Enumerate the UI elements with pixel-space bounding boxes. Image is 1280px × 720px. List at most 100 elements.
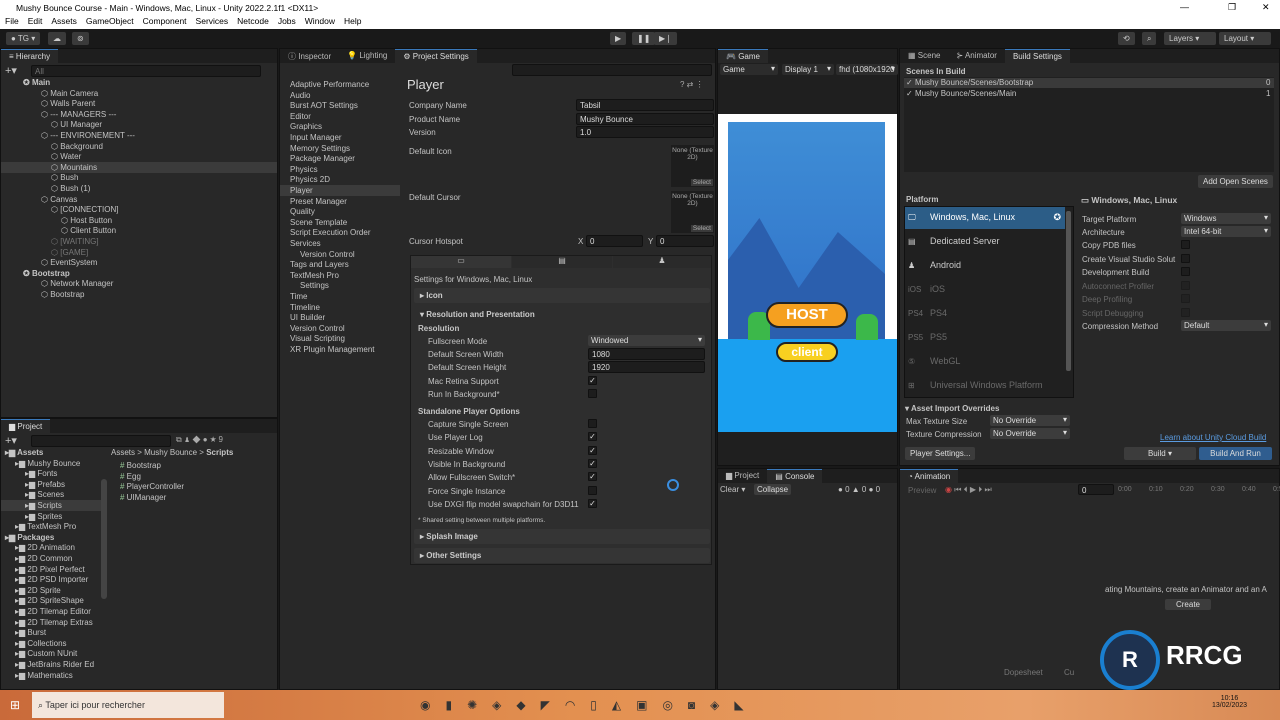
option-checkbox[interactable]: ✓ <box>588 445 597 455</box>
settings-category[interactable]: Visual Scripting <box>290 334 345 343</box>
minimize-button[interactable]: — <box>1180 2 1189 12</box>
build-option-checkbox[interactable] <box>1181 253 1190 263</box>
select-button[interactable]: Select <box>690 225 713 232</box>
tab-standalone[interactable]: ▭ <box>411 256 511 268</box>
scene-entry[interactable]: ✓ Mushy Bounce/Scenes/Main <box>906 89 1016 98</box>
settings-category[interactable]: XR Plugin Management <box>290 345 375 354</box>
script-file[interactable]: # UIManager <box>120 493 166 502</box>
game-mode-dropdown[interactable]: Game <box>720 64 778 75</box>
checkbox[interactable]: ✓ <box>906 89 915 98</box>
folder-item[interactable]: ▸▆ 2D Tilemap Extras <box>15 618 93 627</box>
history-icon[interactable]: ⟲ <box>1118 32 1135 45</box>
target-platform-dropdown[interactable]: Windows <box>1181 213 1271 224</box>
folder-item[interactable]: ▸▆ Custom NUnit <box>15 649 77 658</box>
product-name-input[interactable]: Mushy Bounce <box>576 113 714 125</box>
hierarchy-item[interactable]: ⬡ --- ENVIRONEMENT --- <box>41 131 135 140</box>
option-checkbox[interactable] <box>588 485 597 495</box>
layout-dropdown[interactable]: Layout ▾ <box>1219 32 1271 45</box>
default-icon-slot[interactable]: None (Texture 2D) Select <box>671 145 714 187</box>
collab-icon[interactable]: ⊚ <box>72 32 89 45</box>
tab-build-settings[interactable]: Build Settings <box>1004 49 1070 63</box>
retina-checkbox[interactable]: ✓ <box>588 376 597 385</box>
tab-animation[interactable]: ◔ Animation <box>900 469 959 483</box>
add-button[interactable]: +▾ <box>5 64 17 77</box>
folder-item[interactable]: ▸▆ 2D Sprite <box>15 586 61 595</box>
display-dropdown[interactable]: Display 1 <box>782 64 834 75</box>
dopesheet-tab[interactable]: Dopesheet <box>1004 668 1043 677</box>
folder-item[interactable]: ▸▆ Packages <box>5 533 54 542</box>
settings-category[interactable]: Input Manager <box>290 133 342 142</box>
folder-item[interactable]: ▸▆ Mushy Bounce <box>15 459 80 468</box>
settings-category[interactable]: Editor <box>290 112 311 121</box>
resolution-dropdown[interactable]: fhd (1080x1920 <box>836 64 898 75</box>
checkbox[interactable]: ✓ <box>906 78 915 87</box>
breadcrumb-item[interactable]: Scripts <box>206 448 233 457</box>
tab-scene[interactable]: ▦ Scene <box>900 49 948 63</box>
script-file[interactable]: # Bootstrap <box>120 461 161 470</box>
menu-assets[interactable]: Assets <box>51 16 77 28</box>
breadcrumb-item[interactable]: Assets <box>111 448 135 457</box>
tab-console[interactable]: ▤ Console <box>767 469 823 483</box>
build-option-checkbox[interactable] <box>1181 294 1190 303</box>
add-open-scenes-button[interactable]: Add Open Scenes <box>1198 175 1273 188</box>
folder-item[interactable]: ▸▆ Prefabs <box>25 480 65 489</box>
menu-edit[interactable]: Edit <box>28 16 43 28</box>
settings-category[interactable]: Timeline <box>290 303 320 312</box>
company-name-input[interactable]: Tabsil <box>576 99 714 111</box>
collapse-button[interactable]: Collapse <box>754 484 792 495</box>
platform-item[interactable]: 🖵 Windows, Mac, Linux ✪ <box>905 207 1065 229</box>
texture-compression-dropdown[interactable]: No Override <box>990 428 1070 439</box>
option-checkbox[interactable] <box>588 419 597 428</box>
screen-width-input[interactable]: 1080 <box>588 348 705 360</box>
menu-window[interactable]: Window <box>305 16 335 28</box>
build-option-checkbox[interactable] <box>1181 307 1190 317</box>
tab-animator[interactable]: ⊱ Animator <box>948 49 1005 63</box>
taskbar-apps[interactable]: ◉▮✺◈◆◤◠▯◭▣◎◙◈◣ <box>420 698 759 712</box>
hierarchy-item[interactable]: ⬡ Network Manager <box>41 279 113 288</box>
cloud-build-link[interactable]: Learn about Unity Cloud Build <box>1160 433 1266 442</box>
settings-category[interactable]: Version Control <box>300 250 355 259</box>
version-input[interactable]: 1.0 <box>576 126 714 138</box>
folder-item[interactable]: ▸▆ Burst <box>15 628 46 637</box>
settings-category[interactable]: Script Execution Order <box>290 228 370 237</box>
settings-category[interactable]: Quality <box>290 207 315 216</box>
log-counts[interactable]: ● 0 ▲ 0 ● 0 <box>838 485 880 494</box>
settings-category[interactable]: Scene Template <box>290 218 347 227</box>
folder-item[interactable]: ▸▆ Sprites <box>25 512 62 521</box>
platform-item[interactable]: ⊞ Universal Windows Platform <box>905 375 1065 397</box>
hierarchy-item[interactable]: ⬡ --- MANAGERS --- <box>41 110 116 119</box>
section-other[interactable]: ▸ Other Settings <box>414 548 710 563</box>
frame-input[interactable]: 0 <box>1078 484 1114 495</box>
select-button[interactable]: Select <box>690 179 713 186</box>
clock[interactable]: 10:16 13/02/2023 <box>1212 695 1247 709</box>
settings-category[interactable]: Physics 2D <box>290 175 330 184</box>
step-button[interactable]: ▶❘ <box>654 32 677 45</box>
cloud-icon[interactable]: ☁ <box>48 32 66 45</box>
settings-category[interactable]: Player <box>290 186 313 195</box>
settings-category[interactable]: Tags and Layers <box>290 260 349 269</box>
settings-category[interactable]: Version Control <box>290 324 345 333</box>
asset-overrides-title[interactable]: ▾ Asset Import Overrides <box>905 404 999 413</box>
tab-server[interactable]: ▤ <box>512 256 612 268</box>
settings-search-input[interactable] <box>512 64 712 76</box>
hierarchy-item[interactable]: ⬡ [GAME] <box>51 248 88 257</box>
build-option-checkbox[interactable] <box>1181 280 1190 290</box>
tab-project-settings[interactable]: ⚙ Project Settings <box>395 49 477 63</box>
folder-item[interactable]: ▸▆ Collections <box>15 639 67 648</box>
player-settings-button[interactable]: Player Settings... <box>905 447 976 460</box>
filter-icons[interactable]: ⧉ ♟ ◆ ● ★ 9 <box>176 435 223 445</box>
playback-controls[interactable]: ◉ ⏮ ⏴ ▶ ⏵ ⏭ <box>945 485 992 495</box>
hierarchy-item[interactable]: ⬡ Walls Parent <box>41 99 95 108</box>
folder-item[interactable]: ▸▆ Scenes <box>25 490 64 499</box>
hierarchy-item[interactable]: ⬡ Main Camera <box>41 89 98 98</box>
option-checkbox[interactable]: ✓ <box>588 432 597 442</box>
hierarchy-item[interactable]: ✪ Bootstrap <box>23 269 70 278</box>
maximize-button[interactable]: ❐ <box>1228 2 1236 13</box>
clear-button[interactable]: Clear ▾ <box>720 485 745 494</box>
section-splash[interactable]: ▸ Splash Image <box>414 529 710 544</box>
menu-jobs[interactable]: Jobs <box>278 16 296 28</box>
pause-button[interactable]: ❚❚ <box>632 32 656 45</box>
settings-category[interactable]: Physics <box>290 165 318 174</box>
add-button[interactable]: +▾ <box>5 434 17 447</box>
run-in-background-checkbox[interactable] <box>588 389 597 398</box>
